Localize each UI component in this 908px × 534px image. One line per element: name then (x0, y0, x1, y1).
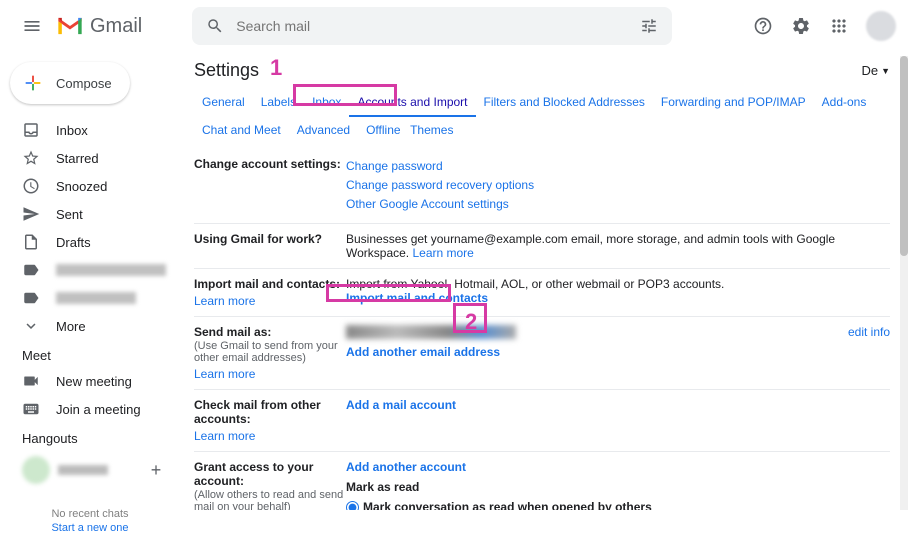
hangouts-name (58, 465, 108, 475)
settings-button[interactable] (784, 9, 818, 43)
tab-accounts-import[interactable]: Accounts and Import (349, 89, 475, 117)
hangouts-row[interactable]: + (0, 450, 180, 490)
nav-join-meeting[interactable]: Join a meeting (0, 395, 180, 423)
add-email-link[interactable]: Add another email address (346, 345, 500, 359)
user-avatar[interactable] (866, 11, 896, 41)
compose-button[interactable]: Compose (10, 62, 130, 104)
label-icon (22, 261, 40, 279)
tab-chat-meet[interactable]: Chat and Meet (194, 117, 289, 143)
send-icon (22, 205, 40, 223)
inbox-icon (22, 121, 40, 139)
workspace-learn-more[interactable]: Learn more (412, 246, 473, 260)
apps-button[interactable] (822, 9, 856, 43)
help-button[interactable] (746, 9, 780, 43)
section-using-work: Using Gmail for work? Businesses get you… (194, 224, 890, 269)
file-icon (22, 233, 40, 251)
scrollbar-thumb[interactable] (900, 56, 908, 256)
search-bar[interactable] (192, 7, 672, 45)
tab-advanced[interactable]: Advanced (289, 117, 358, 143)
add-account-link[interactable]: Add another account (346, 460, 466, 474)
search-input[interactable] (236, 18, 640, 34)
logo-text: Gmail (90, 15, 142, 38)
nav-drafts[interactable]: Drafts (0, 228, 180, 256)
tab-addons[interactable]: Add-ons (814, 89, 875, 117)
change-recovery-link[interactable]: Change password recovery options (346, 176, 890, 195)
tab-general[interactable]: General (194, 89, 253, 117)
section-import: Import mail and contacts: Learn more Imp… (194, 269, 890, 317)
settings-title: Settings (194, 60, 259, 81)
nav-new-meeting[interactable]: New meeting (0, 367, 180, 395)
menu-button[interactable] (12, 6, 52, 46)
video-icon (22, 372, 40, 390)
gmail-icon (56, 15, 84, 37)
check-mail-learn-more[interactable]: Learn more (194, 429, 346, 443)
scrollbar[interactable] (900, 56, 908, 510)
nav-sent[interactable]: Sent (0, 200, 180, 228)
tab-themes[interactable]: Themes (402, 117, 461, 143)
import-learn-more[interactable]: Learn more (194, 294, 346, 308)
change-password-link[interactable]: Change password (346, 157, 890, 176)
tab-filters[interactable]: Filters and Blocked Addresses (476, 89, 653, 117)
hangouts-header: Hangouts (0, 423, 180, 450)
tab-inbox[interactable]: Inbox (304, 89, 349, 117)
mark-read-option-1[interactable]: Mark conversation as read when opened by… (346, 500, 890, 510)
settings-tabs: General Labels Inbox Accounts and Import… (194, 89, 890, 143)
settings-main: Settings De ▼ General Labels Inbox Accou… (180, 52, 908, 510)
add-mail-account-link[interactable]: Add a mail account (346, 398, 456, 412)
language-selector[interactable]: De ▼ (861, 63, 890, 78)
section-grant-access: Grant access to your account: (Allow oth… (194, 452, 890, 510)
tab-forwarding[interactable]: Forwarding and POP/IMAP (653, 89, 814, 117)
edit-info-link[interactable]: edit info (848, 325, 890, 339)
plus-icon (22, 72, 44, 94)
sidebar: Compose Inbox Starred Snoozed Sent Draft… (0, 52, 180, 510)
hangouts-avatar (22, 456, 50, 484)
star-icon (22, 149, 40, 167)
tab-labels[interactable]: Labels (253, 89, 304, 117)
email-address-redacted (346, 325, 516, 339)
meet-header: Meet (0, 340, 180, 367)
section-change-account: Change account settings: Change password… (194, 149, 890, 224)
tab-offline[interactable]: Offline (358, 117, 402, 143)
compose-label: Compose (56, 76, 112, 91)
nav-more[interactable]: More (0, 312, 180, 340)
nav-label-2[interactable] (0, 284, 180, 312)
send-as-learn-more[interactable]: Learn more (194, 367, 346, 381)
start-chat-link[interactable]: Start a new one (0, 522, 180, 534)
label-icon (22, 289, 40, 307)
chevron-down-icon (22, 317, 40, 335)
nav-inbox[interactable]: Inbox (0, 116, 180, 144)
section-send-as: Send mail as: (Use Gmail to send from yo… (194, 317, 890, 390)
add-contact-button[interactable]: + (146, 460, 166, 480)
gmail-logo[interactable]: Gmail (56, 15, 142, 38)
nav-label-1[interactable] (0, 256, 180, 284)
mark-read-title: Mark as read (346, 480, 890, 494)
section-check-mail: Check mail from other accounts: Learn mo… (194, 390, 890, 452)
search-icon (206, 17, 224, 35)
import-mail-link[interactable]: Import mail and contacts (346, 291, 488, 305)
google-account-link[interactable]: Other Google Account settings (346, 195, 890, 214)
tune-icon[interactable] (640, 17, 658, 35)
chat-footer: No recent chats Start a new one (0, 508, 180, 534)
clock-icon (22, 177, 40, 195)
nav-snoozed[interactable]: Snoozed (0, 172, 180, 200)
keyboard-icon (22, 400, 40, 418)
nav-starred[interactable]: Starred (0, 144, 180, 172)
